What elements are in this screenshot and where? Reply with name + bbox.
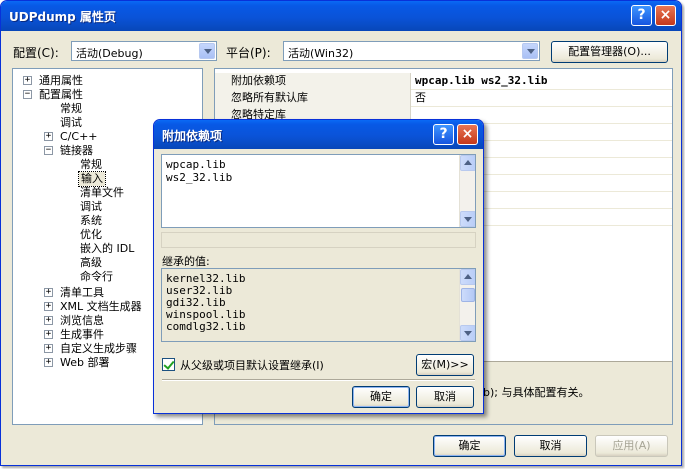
expand-icon[interactable]: + — [44, 288, 53, 297]
inherit-checkbox-label[interactable]: 从父级或项目默认设置继承(I) — [180, 357, 324, 373]
tree-item[interactable]: 常规 — [80, 158, 102, 172]
window-title: UDPdump 属性页 — [9, 10, 116, 24]
close-icon: × — [659, 7, 672, 23]
inherited-values-label: 继承的值: — [162, 255, 210, 268]
config-label: 配置(C): — [13, 46, 59, 60]
expand-icon[interactable]: + — [44, 358, 53, 367]
ok-button[interactable]: 确定 — [433, 435, 506, 457]
dialog-help-button[interactable]: ? — [433, 124, 454, 145]
tree-item-input-selected[interactable]: 输入 — [78, 171, 106, 187]
grid-row-value[interactable]: 否 — [415, 90, 426, 106]
config-select-value: 活动(Debug) — [76, 47, 143, 60]
tree-item[interactable]: 嵌入的 IDL — [80, 242, 134, 256]
dialog-title: 附加依赖项 — [162, 129, 223, 143]
tree-item[interactable]: 常规 — [60, 102, 82, 116]
apply-button[interactable]: 应用(A) — [595, 435, 668, 457]
platform-select[interactable]: 活动(Win32) — [283, 41, 540, 61]
tree-item[interactable]: 优化 — [80, 228, 102, 242]
tree-item[interactable]: 调试 — [60, 116, 82, 130]
tree-item[interactable]: 调试 — [80, 200, 102, 214]
expand-icon[interactable]: + — [44, 330, 53, 339]
config-manager-button[interactable]: 配置管理器(O)... — [551, 41, 668, 63]
chevron-down-icon[interactable] — [199, 43, 215, 59]
macro-button[interactable]: 宏(M)>> — [416, 354, 474, 376]
grid-row-ignore-default-libs[interactable]: 忽略所有默认库 否 — [215, 90, 672, 107]
help-icon: ? — [439, 126, 448, 142]
grid-row-value[interactable]: wpcap.lib ws2_32.lib — [415, 73, 547, 89]
expand-icon[interactable]: + — [44, 302, 53, 311]
inherited-scrollbar[interactable] — [459, 269, 475, 341]
horizontal-scrollbar[interactable] — [161, 232, 476, 248]
tree-item[interactable]: 高级 — [80, 256, 102, 270]
expand-icon[interactable]: + — [23, 76, 32, 85]
close-button[interactable]: × — [655, 5, 676, 26]
cancel-button[interactable]: 取消 — [514, 435, 587, 457]
inherited-values-list[interactable]: kernel32.lib user32.lib gdi32.lib winspo… — [161, 268, 476, 342]
dialog-titlebar[interactable]: 附加依赖项 ? × — [154, 120, 483, 149]
inherit-checkbox[interactable] — [162, 358, 175, 371]
tree-item[interactable]: 清单文件 — [80, 186, 124, 200]
platform-label: 平台(P): — [226, 46, 271, 60]
grid-row-key: 忽略所有默认库 — [215, 90, 411, 107]
deps-edit-box[interactable]: wpcap.lib ws2_32.lib — [161, 154, 476, 228]
grid-row-key: 附加依赖项 — [215, 73, 411, 90]
dialog-separator — [162, 379, 475, 381]
window-titlebar[interactable]: UDPdump 属性页 ? × — [1, 1, 681, 31]
description-text: b); 与具体配置有关。 — [483, 386, 590, 399]
dialog-ok-button[interactable]: 确定 — [352, 386, 410, 408]
scroll-up-icon[interactable] — [460, 269, 475, 285]
expand-icon[interactable]: + — [44, 316, 53, 325]
tree-item[interactable]: 系统 — [80, 214, 102, 228]
close-icon: × — [461, 126, 474, 142]
help-button[interactable]: ? — [631, 5, 652, 26]
tree-item[interactable]: 命令行 — [80, 270, 113, 284]
additional-deps-dialog: 附加依赖项 ? × wpcap.lib ws2_32.lib 继承的值: ker… — [153, 119, 484, 414]
scroll-thumb[interactable] — [461, 288, 475, 302]
config-select[interactable]: 活动(Debug) — [71, 41, 217, 61]
dialog-close-button[interactable]: × — [457, 124, 478, 145]
grid-row-additional-deps[interactable]: 附加依赖项 wpcap.lib ws2_32.lib — [215, 73, 672, 90]
platform-select-value: 活动(Win32) — [288, 47, 354, 60]
scroll-down-icon[interactable] — [460, 325, 475, 341]
expand-icon[interactable]: + — [44, 344, 53, 353]
deps-line: ws2_32.lib — [166, 171, 233, 184]
chevron-down-icon[interactable] — [522, 43, 538, 59]
scroll-down-icon[interactable] — [460, 211, 475, 227]
dialog-cancel-button[interactable]: 取消 — [416, 386, 474, 408]
inherited-line: comdlg32.lib — [166, 320, 246, 333]
collapse-icon[interactable]: − — [23, 90, 32, 99]
scroll-up-icon[interactable] — [460, 155, 475, 171]
deps-scrollbar[interactable] — [459, 155, 475, 227]
help-icon: ? — [637, 7, 646, 23]
collapse-icon[interactable]: − — [44, 146, 53, 155]
deps-line: wpcap.lib — [166, 158, 226, 171]
expand-icon[interactable]: + — [44, 132, 53, 141]
